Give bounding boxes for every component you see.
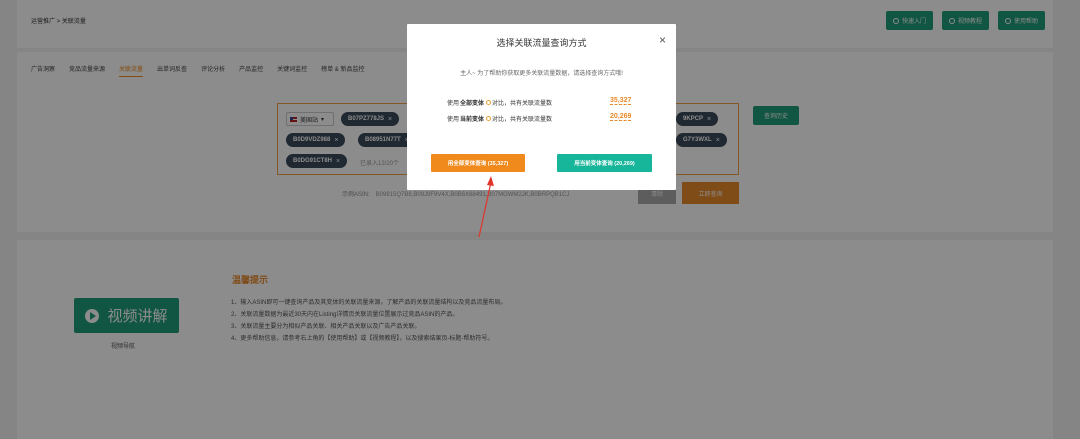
arrow-head	[487, 176, 494, 186]
annotation-arrow	[478, 176, 494, 238]
arrow-shaft	[478, 181, 492, 238]
